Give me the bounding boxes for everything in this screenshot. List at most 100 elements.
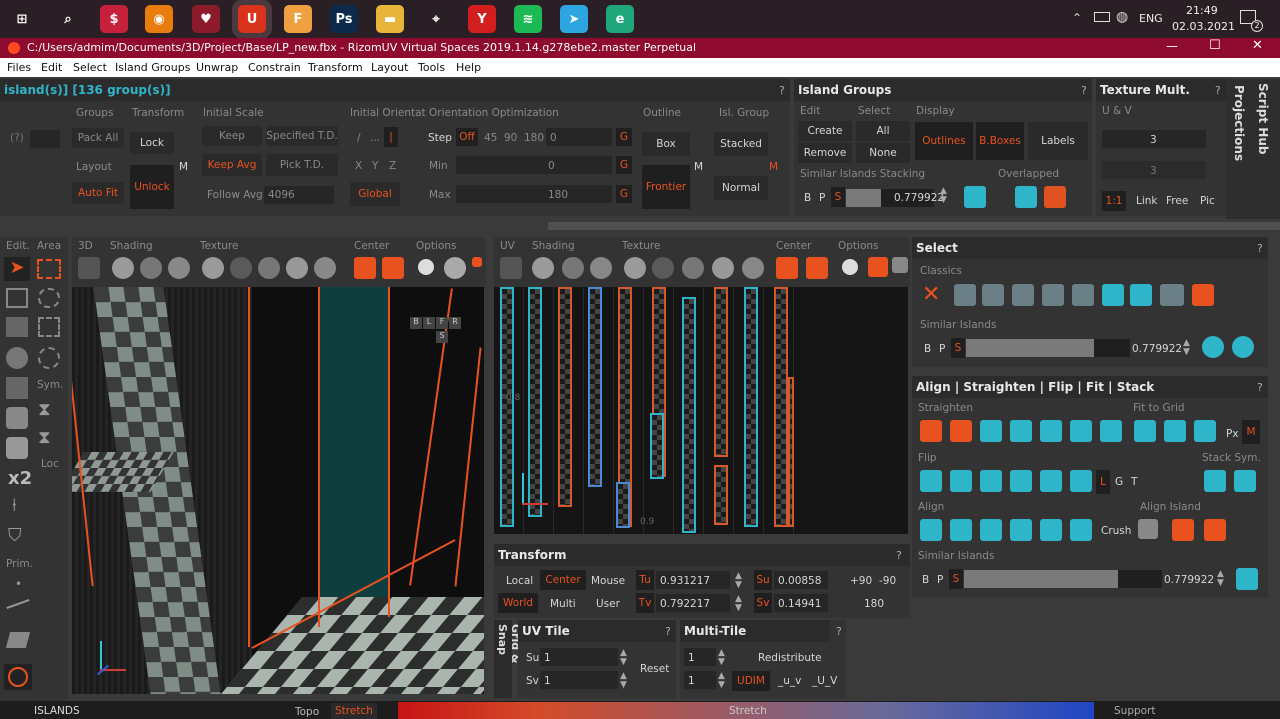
- close-button[interactable]: ✕: [1252, 38, 1263, 53]
- u-v-upper-button[interactable]: _U_V: [812, 675, 837, 687]
- stack-similar-icon[interactable]: [964, 186, 986, 208]
- l-toggle[interactable]: L: [1096, 470, 1110, 494]
- texture-checker-icon[interactable]: [230, 257, 252, 279]
- select-shrink-icon[interactable]: [1162, 284, 1184, 306]
- gizmo-r[interactable]: R: [449, 317, 461, 329]
- face-select-icon[interactable]: [6, 347, 28, 369]
- orient-dots-button[interactable]: ...: [370, 132, 380, 144]
- select-invert-icon[interactable]: [1130, 284, 1152, 306]
- px-toggle[interactable]: Px: [1226, 428, 1239, 440]
- uv-island[interactable]: [788, 377, 794, 527]
- islands-mode[interactable]: ISLANDS: [34, 705, 80, 717]
- topo-button[interactable]: Topo: [295, 706, 319, 718]
- viewport-uv[interactable]: 0.8 0.9: [494, 287, 908, 534]
- center-axes-icon[interactable]: [354, 257, 376, 279]
- align-left-icon[interactable]: [920, 519, 942, 541]
- box-button[interactable]: Box: [642, 132, 690, 156]
- menu-layout[interactable]: Layout: [371, 61, 408, 74]
- flip-stack-icon[interactable]: [1070, 470, 1092, 492]
- left-field-1[interactable]: [30, 130, 60, 148]
- select-border-icon[interactable]: [1072, 284, 1094, 306]
- line-prim-icon[interactable]: [6, 598, 30, 610]
- blender-icon[interactable]: ◉: [145, 5, 173, 33]
- tv-toggle[interactable]: Tv: [636, 593, 654, 613]
- fit-to-grid-3-icon[interactable]: [1194, 420, 1216, 442]
- projections-tab[interactable]: Projections: [1232, 85, 1246, 161]
- pic-button[interactable]: Pic: [1200, 195, 1215, 207]
- uv-center-axes-icon[interactable]: [776, 257, 798, 279]
- fit-rotate-icon[interactable]: [1100, 420, 1122, 442]
- start-icon[interactable]: ⊞: [8, 5, 36, 33]
- specified-td-button[interactable]: Specified T.D.: [266, 126, 338, 146]
- al-spinner-icon[interactable]: ▲ ▼: [1217, 570, 1224, 588]
- tu-toggle[interactable]: Tu: [636, 570, 654, 590]
- rotate-plus90-button[interactable]: +90: [850, 575, 872, 587]
- uv-texture-env-icon[interactable]: [742, 257, 764, 279]
- select-overlap-icon[interactable]: [1012, 284, 1034, 306]
- pack-all-button[interactable]: Pack All: [72, 128, 124, 148]
- normal-button[interactable]: Normal: [714, 176, 768, 200]
- gizmo-l[interactable]: L: [423, 317, 435, 329]
- u-v-lower-button[interactable]: _u_v: [778, 675, 801, 687]
- align-right-icon[interactable]: [980, 519, 1002, 541]
- spotify-icon[interactable]: ≋: [514, 5, 542, 33]
- unstack-overlapped-icon[interactable]: [1044, 186, 1066, 208]
- outlines-button[interactable]: Outlines: [915, 122, 973, 160]
- align-bottom-icon[interactable]: [1070, 519, 1092, 541]
- uvtile-su-field[interactable]: [540, 648, 618, 666]
- transform-m-toggle[interactable]: M: [179, 161, 188, 173]
- align-center-h-icon[interactable]: [950, 519, 972, 541]
- support-label[interactable]: Support: [1114, 705, 1156, 717]
- tv-spinner-icon[interactable]: ▲ ▼: [735, 595, 742, 613]
- mouse-button[interactable]: Mouse: [591, 575, 625, 587]
- g-button-3[interactable]: G: [616, 185, 632, 203]
- uv-island[interactable]: [558, 287, 572, 507]
- stack-overlapped-icon[interactable]: [1015, 186, 1037, 208]
- align-island-up-icon[interactable]: [1204, 519, 1226, 541]
- keep-avg-button[interactable]: Keep Avg: [202, 154, 262, 176]
- sel-similarity-slider[interactable]: [966, 339, 1130, 357]
- stretch-button[interactable]: Stretch: [331, 703, 377, 719]
- orient-z-button[interactable]: Z: [389, 160, 396, 172]
- stack-sym-h-icon[interactable]: [1204, 470, 1226, 492]
- uv-island[interactable]: [714, 465, 728, 525]
- clock-date[interactable]: 02.03.2021: [1172, 20, 1235, 33]
- tu-spinner-icon[interactable]: ▲ ▼: [735, 572, 742, 590]
- su-toggle[interactable]: Su: [754, 570, 772, 590]
- al-similarity-slider[interactable]: [964, 570, 1162, 588]
- flip-h-icon[interactable]: [920, 470, 942, 492]
- menu-files[interactable]: Files: [7, 61, 31, 74]
- object-select-icon[interactable]: [6, 407, 28, 429]
- flip-diag-icon[interactable]: [980, 470, 1002, 492]
- uv-shade-flat-icon[interactable]: [532, 257, 554, 279]
- select-flipped-icon[interactable]: [982, 284, 1004, 306]
- rizomuv-icon[interactable]: U: [238, 5, 266, 33]
- select-all-icon[interactable]: [1102, 284, 1124, 306]
- rotate-minus90-button[interactable]: -90: [879, 575, 896, 587]
- circle-select-icon[interactable]: [38, 347, 60, 369]
- app-heart-icon[interactable]: ♥: [192, 5, 220, 33]
- help-button[interactable]: ?: [1081, 84, 1087, 97]
- redistribute-button[interactable]: Redistribute: [758, 652, 822, 664]
- gizmo-s[interactable]: S: [436, 331, 448, 343]
- uv-island[interactable]: [714, 287, 728, 457]
- ig-spinner-icon[interactable]: ▲ ▼: [940, 187, 947, 205]
- flip-v-icon[interactable]: [950, 470, 972, 492]
- step-90-button[interactable]: 90: [504, 132, 517, 144]
- select-tool-icon[interactable]: ➤: [4, 257, 30, 281]
- uv-light-icon[interactable]: [842, 259, 858, 275]
- center-target-icon[interactable]: [382, 257, 404, 279]
- battery-icon[interactable]: [1094, 12, 1110, 22]
- select-none-button[interactable]: None: [856, 143, 910, 163]
- straighten-cut-icon[interactable]: [920, 420, 942, 442]
- uv-shade-wire-icon[interactable]: [562, 257, 584, 279]
- max-field[interactable]: [456, 185, 612, 203]
- grid-snap-tab[interactable]: Grid & Snap: [494, 620, 522, 698]
- min-field[interactable]: [456, 156, 612, 174]
- sv-toggle[interactable]: Sv: [754, 593, 772, 613]
- scroll-option-icon[interactable]: [472, 257, 482, 267]
- uv-texture-plain-icon[interactable]: [624, 257, 646, 279]
- select-all-button[interactable]: All: [856, 121, 910, 141]
- select-similar-all-icon[interactable]: [1232, 336, 1254, 358]
- mesh-select-icon[interactable]: [6, 437, 28, 459]
